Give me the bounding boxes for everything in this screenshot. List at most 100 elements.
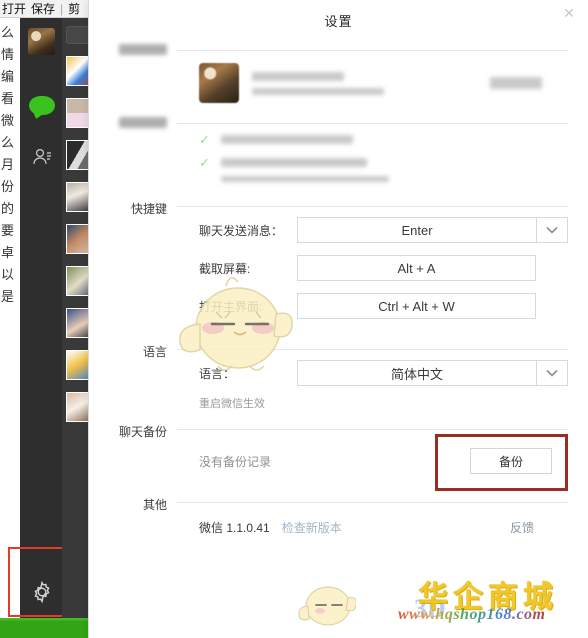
section-language: 语言 语言： 简体中文 重启微信生效 (89, 339, 574, 419)
check-icon: ✓ (199, 132, 210, 147)
doc-char: 月 (1, 157, 15, 172)
section-content-account (177, 40, 574, 113)
host-app-toolbar: 打开 保存 | 剪 (0, 0, 88, 18)
section-content-general: ✓ ✓ (177, 113, 574, 182)
list-item[interactable] (66, 308, 88, 338)
doc-char: 么 (1, 25, 15, 40)
backup-button[interactable]: 备份 (470, 448, 552, 474)
divider (177, 206, 568, 207)
list-item[interactable] (66, 140, 88, 170)
section-label-backup: 聊天备份 (118, 425, 167, 439)
language-label: 语言： (199, 366, 236, 381)
checkbox-label-redacted (221, 135, 353, 144)
doc-char: 要 (1, 223, 15, 238)
contacts-icon (33, 148, 51, 165)
settings-dialog: 设置 ✕ ✓ ✓ 快捷键 聊天发送消息： Enter 截取屏幕: Alt + A… (88, 0, 588, 638)
shortcut-label: 截取屏幕: (199, 261, 251, 276)
account-meta (252, 71, 490, 95)
account-name-redacted (252, 71, 344, 81)
section-label-other: 其他 (142, 498, 167, 512)
taskbar-green-bar (0, 618, 88, 638)
section-content-language: 语言： 简体中文 重启微信生效 (177, 339, 574, 419)
section-label-account (89, 40, 177, 113)
list-item[interactable] (66, 266, 88, 296)
shortcut-label: 聊天发送消息： (199, 223, 284, 238)
toolbar-separator: | (60, 1, 64, 16)
wechat-sidebar (20, 18, 62, 618)
divider (177, 502, 568, 503)
section-content-other: 微信 1.1.0.41 检查新版本 反馈 (177, 492, 574, 546)
shortcut-row-open-main: 打开主界面: Ctrl + Alt + W (177, 287, 568, 325)
account-row (177, 55, 568, 113)
chat-list-strip (62, 18, 88, 618)
section-label-shortcuts: 快捷键 (130, 202, 167, 216)
sidebar-item-chat[interactable] (28, 91, 56, 119)
chevron-down-icon[interactable] (536, 360, 568, 386)
section-content-shortcuts: 聊天发送消息： Enter 截取屏幕: Alt + A 打开主界面: Ctrl … (177, 196, 574, 325)
sidebar-item-contacts[interactable] (28, 143, 56, 171)
doc-char: 编 (1, 69, 15, 84)
shortcut-row-screenshot: 截取屏幕: Alt + A (177, 249, 568, 287)
checkbox-row[interactable]: ✓ (177, 151, 568, 174)
doc-char: 以 (1, 267, 15, 282)
search-input[interactable] (66, 26, 88, 44)
section-other: 其他 微信 1.1.0.41 检查新版本 反馈 (89, 492, 574, 546)
toolbar-save-button[interactable]: 保存 (31, 0, 55, 17)
divider (177, 349, 568, 350)
shortcut-value-open-main[interactable]: Ctrl + Alt + W (297, 293, 536, 319)
doc-char: 么 (1, 135, 15, 150)
list-item[interactable] (66, 182, 88, 212)
list-item[interactable] (66, 350, 88, 380)
avatar (199, 63, 239, 103)
account-action-button-redacted[interactable] (490, 77, 542, 89)
divider (177, 429, 568, 430)
background-document-text: 么 情 编 看 微 么 月 份 的 要 卓 以 是 (1, 22, 21, 622)
divider (177, 123, 568, 124)
toolbar-clip-button[interactable]: 剪 (68, 0, 80, 17)
doc-char: 的 (1, 201, 15, 216)
section-label-general (89, 113, 177, 182)
feedback-link[interactable]: 反馈 (510, 519, 534, 536)
list-item[interactable] (66, 392, 88, 422)
divider (177, 50, 568, 51)
doc-char: 份 (1, 179, 15, 194)
checkbox-row[interactable]: ✓ (177, 128, 568, 151)
toolbar-open-button[interactable]: 打开 (2, 0, 26, 17)
language-select-value[interactable]: 简体中文 (297, 360, 536, 386)
chevron-down-icon[interactable] (536, 217, 568, 243)
section-general: ✓ ✓ (89, 113, 574, 182)
language-row: 语言： 简体中文 (177, 354, 568, 392)
avatar[interactable] (28, 28, 55, 55)
page-title: 设置 (324, 13, 353, 29)
section-shortcuts: 快捷键 聊天发送消息： Enter 截取屏幕: Alt + A 打开主界面: C… (89, 196, 574, 325)
backup-row: 没有备份记录 备份 (177, 434, 568, 491)
section-account (89, 40, 574, 113)
shortcut-value-send-message[interactable]: Enter (297, 217, 536, 243)
shortcut-label: 打开主界面: (199, 299, 263, 314)
version-row: 微信 1.1.0.41 检查新版本 反馈 (177, 507, 568, 546)
dialog-titlebar: 设置 ✕ (89, 0, 588, 40)
doc-char: 是 (1, 289, 15, 304)
close-icon[interactable]: ✕ (558, 3, 580, 23)
list-item[interactable] (66, 224, 88, 254)
check-icon: ✓ (199, 155, 210, 170)
chat-bubble-icon (29, 95, 55, 115)
doc-char: 情 (1, 47, 15, 62)
account-id-redacted (252, 87, 384, 95)
language-restart-hint: 重启微信生效 (199, 398, 265, 410)
redacted-label (119, 117, 167, 128)
list-item[interactable] (66, 56, 88, 86)
check-update-link[interactable]: 检查新版本 (282, 519, 342, 536)
shortcut-value-screenshot[interactable]: Alt + A (297, 255, 536, 281)
doc-char: 卓 (1, 245, 15, 260)
doc-char: 看 (1, 91, 15, 106)
backup-status-text: 没有备份记录 (199, 454, 272, 469)
checkbox-label-redacted (221, 158, 367, 167)
checkbox-note-redacted (221, 176, 389, 182)
section-backup: 聊天备份 没有备份记录 备份 (89, 419, 574, 491)
section-content-backup: 没有备份记录 备份 (177, 419, 574, 491)
version-text: 微信 1.1.0.41 (199, 521, 270, 535)
dialog-body: ✓ ✓ 快捷键 聊天发送消息： Enter 截取屏幕: Alt + A 打开主界… (89, 40, 588, 546)
list-item[interactable] (66, 98, 88, 128)
redacted-label (119, 44, 167, 55)
